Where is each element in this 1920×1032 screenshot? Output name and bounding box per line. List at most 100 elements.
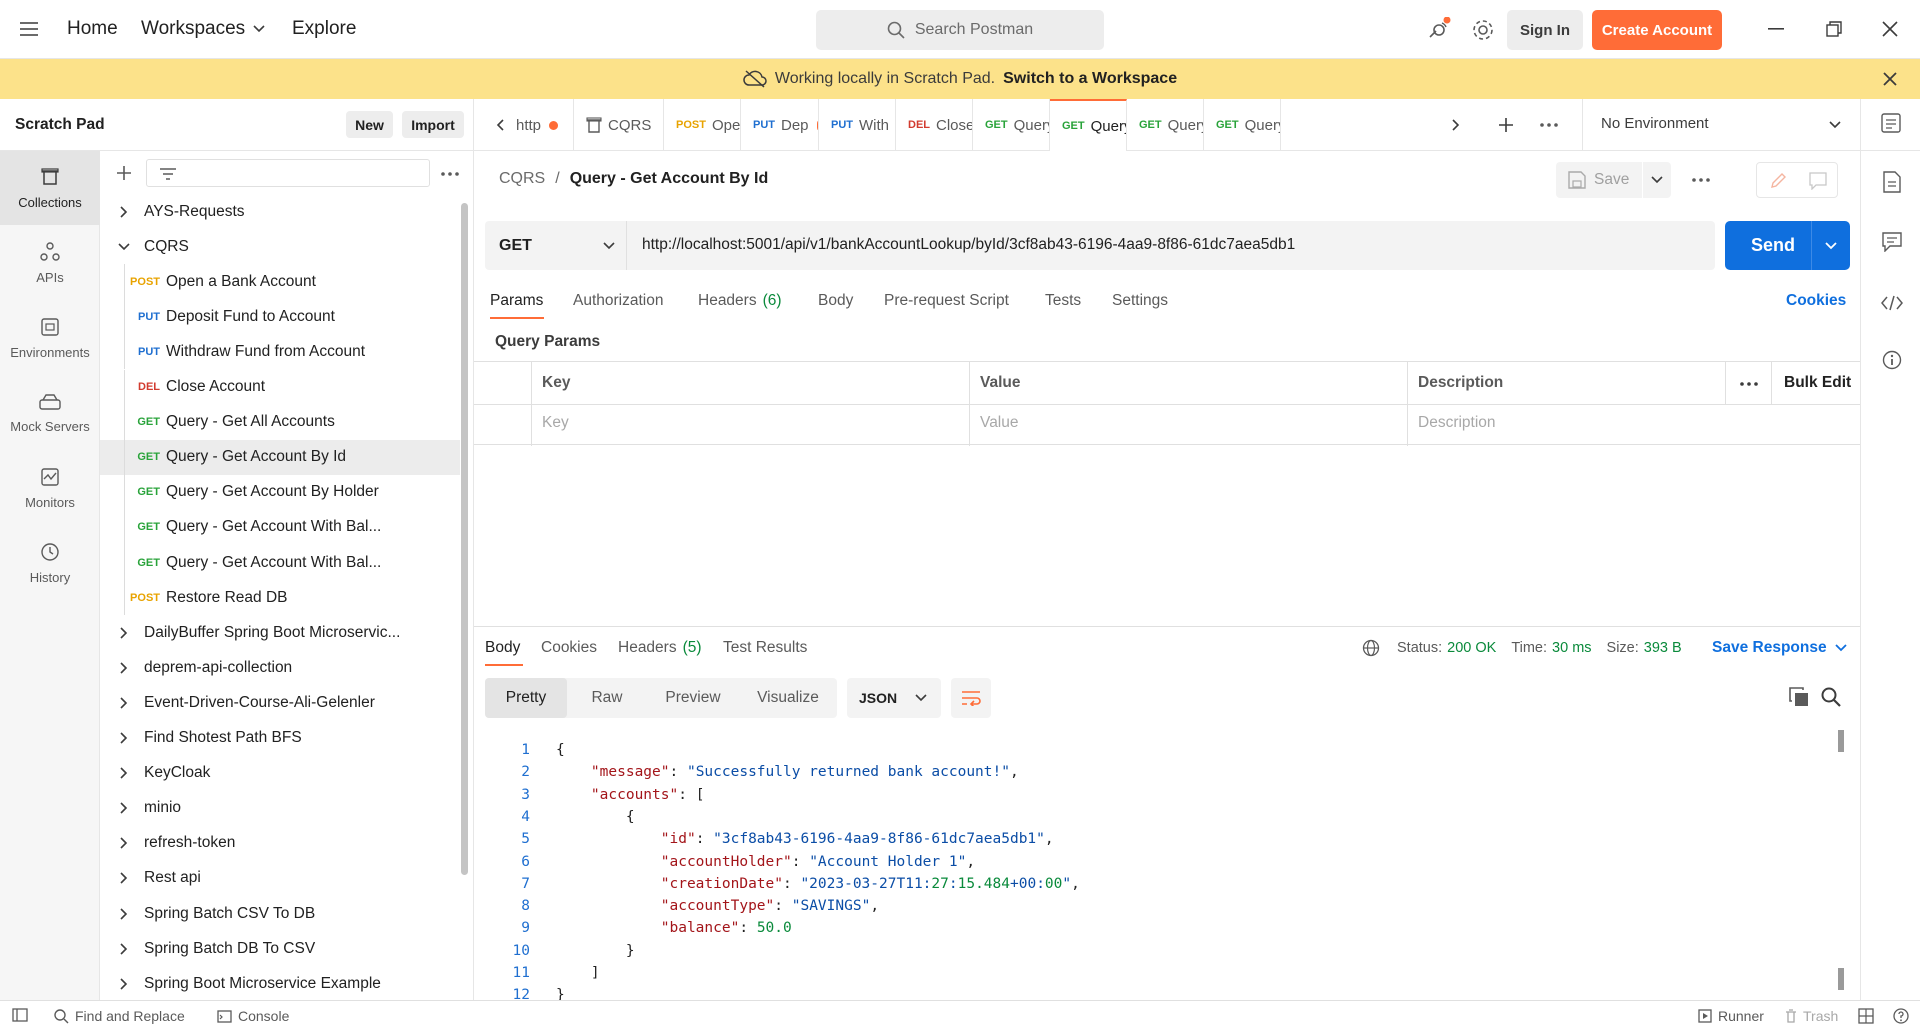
- tree-request[interactable]: DEL Close Account: [100, 369, 460, 405]
- search-response-icon[interactable]: [1821, 687, 1841, 707]
- close-banner-icon[interactable]: [1883, 72, 1897, 86]
- view-toggle[interactable]: [1756, 162, 1838, 198]
- tab-authorization[interactable]: Authorization: [573, 292, 663, 310]
- find-and-replace-button[interactable]: Find and Replace: [54, 1008, 185, 1024]
- documentation-icon[interactable]: [1883, 171, 1901, 193]
- tree-request[interactable]: GET Query - Get Account By Holder: [100, 474, 460, 510]
- chevron-right-icon[interactable]: [118, 837, 130, 849]
- nav-mock-servers[interactable]: Mock Servers: [0, 376, 100, 450]
- request-title[interactable]: Query - Get Account By Id: [570, 170, 769, 188]
- minimize-window-icon[interactable]: [1768, 28, 1784, 30]
- request-response-divider[interactable]: [474, 626, 1860, 627]
- tree-request[interactable]: POST Open a Bank Account: [100, 264, 460, 300]
- more-options-icon[interactable]: [441, 172, 459, 176]
- search-bar[interactable]: Search Postman: [816, 10, 1104, 50]
- cookies-link[interactable]: Cookies: [1786, 292, 1846, 310]
- add-collection-icon[interactable]: [116, 165, 132, 181]
- tree-request[interactable]: GET Query - Get All Accounts: [100, 404, 460, 440]
- tab-options-icon[interactable]: [1540, 123, 1558, 127]
- view-visualize[interactable]: Visualize: [739, 678, 837, 718]
- toggle-sidebar-icon[interactable]: [12, 1008, 28, 1022]
- sign-in-button[interactable]: Sign In: [1507, 10, 1583, 50]
- view-pretty[interactable]: Pretty: [485, 678, 567, 718]
- tree-folder[interactable]: Spring Batch DB To CSV: [100, 931, 460, 966]
- format-selector[interactable]: JSON: [847, 678, 941, 718]
- chevron-right-icon[interactable]: [118, 872, 130, 884]
- globe-icon[interactable]: [1362, 639, 1380, 657]
- tree-folder[interactable]: Find Shotest Path BFS: [100, 721, 460, 756]
- tree-folder[interactable]: Event-Driven-Course-Ali-Gelenler: [100, 685, 460, 720]
- tree-folder[interactable]: minio: [100, 791, 460, 826]
- tree-folder[interactable]: DailyBuffer Spring Boot Microservic...: [100, 615, 460, 650]
- nav-collections[interactable]: Collections: [0, 151, 100, 225]
- size-value[interactable]: 393 B: [1644, 640, 1682, 656]
- chevron-right-icon[interactable]: [118, 697, 130, 709]
- status-value[interactable]: 200 OK: [1447, 640, 1496, 656]
- request-tab[interactable]: DEL Close A: [896, 99, 973, 151]
- save-response-button[interactable]: Save Response: [1712, 639, 1847, 657]
- tree-folder[interactable]: refresh-token: [100, 826, 460, 861]
- chevron-right-icon[interactable]: [118, 943, 130, 955]
- workspaces-menu[interactable]: Workspaces: [141, 18, 265, 40]
- editor-scrollbar-thumb-bottom[interactable]: [1838, 968, 1844, 990]
- tree-request[interactable]: PUT Deposit Fund to Account: [100, 299, 460, 335]
- request-tab[interactable]: PUT Dep: [741, 99, 819, 151]
- tree-folder[interactable]: deprem-api-collection: [100, 650, 460, 685]
- save-button[interactable]: Save: [1556, 162, 1671, 198]
- tree-request[interactable]: GET Query - Get Account With Bal...: [100, 545, 460, 580]
- response-tab-cookies[interactable]: Cookies: [541, 639, 597, 657]
- wrap-lines-button[interactable]: [951, 678, 991, 718]
- response-tab-body[interactable]: Body: [485, 639, 520, 657]
- request-tab[interactable]: GET Query: [973, 99, 1050, 151]
- request-tab[interactable]: CQRS: [574, 99, 664, 151]
- create-account-button[interactable]: Create Account: [1592, 10, 1722, 50]
- tab-body[interactable]: Body: [818, 292, 853, 310]
- environment-selector[interactable]: No Environment: [1582, 99, 1860, 151]
- nav-apis[interactable]: APIs: [0, 226, 100, 300]
- tree-folder[interactable]: Spring Boot Microservice Example: [100, 966, 460, 1000]
- time-value[interactable]: 30 ms: [1552, 640, 1592, 656]
- view-preview[interactable]: Preview: [647, 678, 739, 718]
- tree-request[interactable]: GET Query - Get Account With Bal...: [100, 509, 460, 545]
- request-tab[interactable]: PUT With: [819, 99, 896, 151]
- tree-request[interactable]: PUT Withdraw Fund from Account: [100, 334, 460, 370]
- chevron-right-icon[interactable]: [118, 802, 130, 814]
- tab-headers[interactable]: Headers (6): [698, 292, 782, 310]
- console-button[interactable]: Console: [217, 1008, 289, 1024]
- request-tab[interactable]: POST Open: [664, 99, 741, 151]
- close-window-icon[interactable]: [1882, 21, 1898, 37]
- chevron-right-icon[interactable]: [118, 627, 130, 639]
- chevron-right-icon[interactable]: [118, 205, 130, 218]
- chevron-right-icon[interactable]: [118, 907, 130, 920]
- tab-pre-request-script[interactable]: Pre-request Script: [884, 292, 1009, 310]
- tree-request[interactable]: POST Restore Read DB: [100, 580, 460, 616]
- tabs-scroll-right-icon[interactable]: [1452, 119, 1460, 131]
- tree-request[interactable]: GET Query - Get Account By Id: [100, 439, 460, 475]
- request-tab[interactable]: GET Query: [1204, 99, 1281, 151]
- tree-folder[interactable]: AYS-Requests: [100, 194, 460, 229]
- home-link[interactable]: Home: [67, 18, 118, 40]
- request-tab[interactable]: GET Query: [1050, 99, 1127, 151]
- response-tab-headers[interactable]: Headers (5): [618, 639, 702, 657]
- request-options-icon[interactable]: [1692, 178, 1710, 182]
- request-tab[interactable]: http: [516, 99, 574, 151]
- chevron-down-icon[interactable]: [118, 241, 130, 253]
- value-input[interactable]: Value: [980, 414, 1019, 432]
- key-input[interactable]: Key: [542, 414, 569, 432]
- runner-button[interactable]: Runner: [1698, 1008, 1764, 1024]
- comments-icon[interactable]: [1882, 232, 1902, 252]
- bulk-edit-button[interactable]: Bulk Edit: [1784, 374, 1851, 392]
- response-tab-test-results[interactable]: Test Results: [723, 639, 807, 657]
- tabs-scroll-left-icon[interactable]: [496, 119, 504, 131]
- explore-link[interactable]: Explore: [292, 18, 356, 40]
- chevron-right-icon[interactable]: [118, 732, 130, 744]
- sync-satellite-icon[interactable]: [1426, 17, 1452, 43]
- url-input[interactable]: http://localhost:5001/api/v1/bankAccount…: [642, 236, 1295, 254]
- settings-gear-icon[interactable]: [1471, 18, 1495, 42]
- nav-environments[interactable]: Environments: [0, 301, 100, 375]
- tab-tests[interactable]: Tests: [1045, 292, 1081, 310]
- chevron-right-icon[interactable]: [118, 978, 130, 990]
- code-snippet-icon[interactable]: [1881, 295, 1903, 311]
- tab-settings[interactable]: Settings: [1112, 292, 1168, 310]
- help-icon[interactable]: [1893, 1008, 1909, 1024]
